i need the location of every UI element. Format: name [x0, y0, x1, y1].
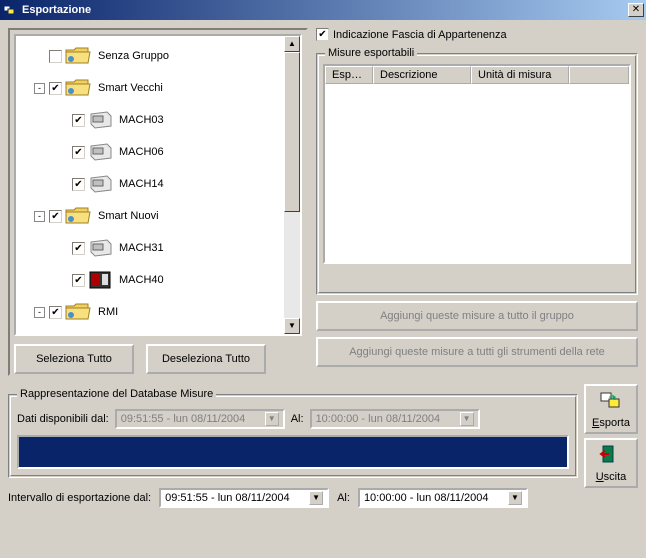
tree-node-label: MACH40 — [119, 274, 164, 286]
indicazione-row: ✔ Indicazione Fascia di Appartenenza — [316, 28, 638, 41]
expand-toggle[interactable]: - — [34, 307, 45, 318]
tree-checkbox[interactable]: ✔ — [72, 114, 85, 127]
tree-checkbox[interactable] — [49, 50, 62, 63]
repr-title: Rappresentazione del Database Misure — [17, 388, 216, 400]
tree-node-label: RMI — [98, 306, 118, 318]
expand-toggle[interactable]: - — [34, 211, 45, 222]
exit-icon — [599, 444, 623, 469]
avail-al-label: Al: — [291, 413, 304, 425]
device-icon — [87, 110, 113, 130]
dropdown-icon[interactable]: ▼ — [309, 491, 323, 505]
add-to-group-button[interactable]: Aggiungi queste misure a tutto il gruppo — [316, 301, 638, 331]
scroll-track[interactable] — [284, 52, 300, 318]
misure-group: Misure esportabili Espo... Descrizione U… — [316, 53, 638, 295]
interval-label: Intervallo di esportazione dal: — [8, 492, 151, 504]
tree-device[interactable]: MACH01 — [72, 328, 298, 336]
window-title: Esportazione — [22, 4, 628, 16]
tree-device[interactable]: ✔ MACH40 — [72, 264, 298, 296]
titlebar: Esportazione ✕ — [0, 0, 646, 20]
tree-checkbox[interactable]: ✔ — [72, 274, 85, 287]
indicazione-label: Indicazione Fascia di Appartenenza — [333, 29, 507, 41]
misure-listview[interactable]: Espo... Descrizione Unità di misura — [323, 64, 631, 264]
folder-icon — [64, 205, 92, 227]
device-icon — [87, 334, 113, 336]
dropdown-icon[interactable]: ▼ — [265, 412, 279, 426]
folder-icon — [64, 77, 92, 99]
avail-from-value: 09:51:55 - lun 08/11/2004 — [121, 413, 246, 425]
device-icon — [87, 270, 113, 290]
export-icon — [599, 390, 623, 415]
indicazione-checkbox[interactable]: ✔ — [316, 28, 329, 41]
avail-label: Dati disponibili dal: — [17, 413, 109, 425]
dropdown-icon[interactable]: ▼ — [508, 491, 522, 505]
tree-scrollbar[interactable]: ▲ ▼ — [284, 36, 300, 334]
tree-panel: Senza Gruppo-✔Smart Vecchi✔MACH03✔MACH06… — [8, 28, 308, 376]
interval-al-label: Al: — [337, 492, 350, 504]
tree-device[interactable]: ✔ MACH31 — [72, 232, 298, 264]
close-button[interactable]: ✕ — [628, 3, 644, 17]
tree-checkbox[interactable]: ✔ — [72, 178, 85, 191]
tree-group[interactable]: -✔ Smart Vecchi — [34, 72, 298, 104]
device-icon — [87, 238, 113, 258]
tree-device[interactable]: ✔ MACH03 — [72, 104, 298, 136]
interval-from-value: 09:51:55 - lun 08/11/2004 — [165, 492, 290, 504]
tree-group[interactable]: -✔ RMI — [34, 296, 298, 328]
interval-from-field[interactable]: 09:51:55 - lun 08/11/2004 ▼ — [159, 488, 329, 508]
tree-checkbox[interactable]: ✔ — [49, 82, 62, 95]
avail-to-field[interactable]: 10:00:00 - lun 08/11/2004 ▼ — [310, 409, 480, 429]
interval-to-field[interactable]: 10:00:00 - lun 08/11/2004 ▼ — [358, 488, 528, 508]
device-icon — [87, 174, 113, 194]
deselect-all-button[interactable]: Deseleziona Tutto — [146, 344, 266, 374]
tree-node-label: Smart Nuovi — [98, 210, 159, 222]
tree-node-label: MACH03 — [119, 114, 164, 126]
col-espo[interactable]: Espo... — [325, 66, 373, 84]
tree-node-label: MACH06 — [119, 146, 164, 158]
app-icon — [2, 2, 18, 18]
scroll-up-button[interactable]: ▲ — [284, 36, 300, 52]
tree-group[interactable]: Senza Gruppo — [34, 40, 298, 72]
tree-node-label: Senza Gruppo — [98, 50, 169, 62]
add-to-all-button[interactable]: Aggiungi queste misure a tutti gli strum… — [316, 337, 638, 367]
dropdown-icon[interactable]: ▼ — [460, 412, 474, 426]
avail-from-field[interactable]: 09:51:55 - lun 08/11/2004 ▼ — [115, 409, 285, 429]
tree-device[interactable]: ✔ MACH06 — [72, 136, 298, 168]
tree-view[interactable]: Senza Gruppo-✔Smart Vecchi✔MACH03✔MACH06… — [14, 34, 302, 336]
db-range-fill — [19, 437, 567, 467]
expand-toggle[interactable]: - — [34, 83, 45, 94]
folder-icon — [64, 45, 92, 67]
tree-node-label: MACH31 — [119, 242, 164, 254]
select-all-button[interactable]: Seleziona Tutto — [14, 344, 134, 374]
tree-group[interactable]: -✔ Smart Nuovi — [34, 200, 298, 232]
exit-label: Uscita — [596, 471, 627, 483]
db-range-bar — [17, 435, 569, 469]
export-button[interactable]: Esporta — [584, 384, 638, 434]
avail-to-value: 10:00:00 - lun 08/11/2004 — [316, 413, 441, 425]
listview-header: Espo... Descrizione Unità di misura — [325, 66, 629, 84]
folder-icon — [64, 301, 92, 323]
col-descrizione[interactable]: Descrizione — [373, 66, 471, 84]
interval-to-value: 10:00:00 - lun 08/11/2004 — [364, 492, 489, 504]
export-label: Esporta — [592, 417, 630, 429]
scroll-down-button[interactable]: ▼ — [284, 318, 300, 334]
tree-checkbox[interactable]: ✔ — [49, 306, 62, 319]
repr-group: Rappresentazione del Database Misure Dat… — [8, 394, 578, 478]
tree-device[interactable]: ✔ MACH14 — [72, 168, 298, 200]
listview-body — [325, 84, 629, 262]
col-unita[interactable]: Unità di misura — [471, 66, 569, 84]
device-icon — [87, 142, 113, 162]
misure-title: Misure esportabili — [325, 47, 417, 59]
tree-checkbox[interactable]: ✔ — [72, 146, 85, 159]
tree-checkbox[interactable]: ✔ — [49, 210, 62, 223]
tree-node-label: MACH14 — [119, 178, 164, 190]
tree-checkbox[interactable]: ✔ — [72, 242, 85, 255]
exit-button[interactable]: Uscita — [584, 438, 638, 488]
col-empty — [569, 66, 629, 84]
tree-node-label: Smart Vecchi — [98, 82, 163, 94]
scroll-thumb[interactable] — [284, 52, 300, 212]
